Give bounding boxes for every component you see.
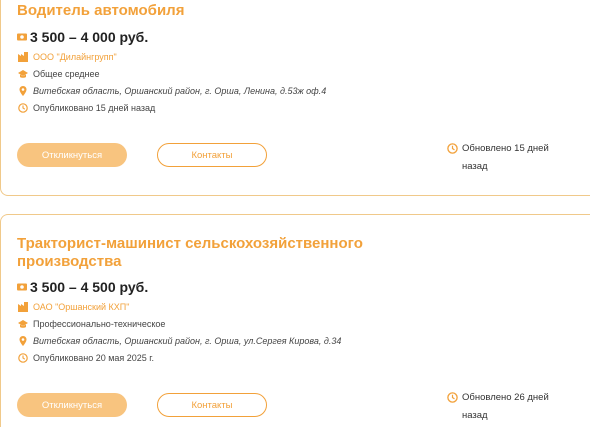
salary-row: 3 500 – 4 000 руб. [17, 29, 148, 45]
published: Опубликовано 15 дней назад [33, 103, 156, 113]
address-row: Витебская область, Оршанский район, г. О… [18, 336, 341, 346]
company-row: ООО "Дилайнгрупп" [18, 52, 117, 62]
apply-button[interactable]: Откликнуться [17, 143, 127, 167]
education-row: Общее среднее [18, 69, 100, 79]
salary: 3 500 – 4 500 руб. [30, 279, 149, 295]
building-icon [18, 52, 28, 62]
education: Профессионально-техническое [33, 319, 166, 329]
education: Общее среднее [33, 69, 100, 79]
clock-icon [447, 392, 458, 403]
salary: 3 500 – 4 000 руб. [30, 29, 149, 45]
apply-button[interactable]: Откликнуться [17, 393, 127, 417]
address: Витебская область, Оршанский район, г. О… [33, 86, 327, 96]
address-row: Витебская область, Оршанский район, г. О… [18, 86, 326, 96]
published-row: Опубликовано 20 мая 2025 г. [18, 353, 154, 363]
contacts-button[interactable]: Контакты [157, 143, 267, 167]
vacancy-card: Водитель автомобиля 3 500 – 4 000 руб. О… [0, 0, 590, 196]
updated-text-cont: назад [462, 161, 488, 172]
location-pin-icon [18, 86, 28, 96]
clock-icon [18, 353, 28, 363]
published: Опубликовано 20 мая 2025 г. [33, 353, 154, 363]
salary-row: 3 500 – 4 500 руб. [17, 279, 148, 295]
location-pin-icon [18, 336, 28, 346]
graduation-cap-icon [18, 69, 28, 79]
updated-text: Обновлено 26 дней [462, 392, 549, 403]
published-row: Опубликовано 15 дней назад [18, 103, 155, 113]
vacancy-title[interactable]: Водитель автомобиля [17, 2, 184, 20]
company-row: ОАО "Оршанский КХП" [18, 302, 129, 312]
money-icon [17, 32, 27, 42]
clock-icon [447, 143, 458, 154]
updated-info: Обновлено 15 дней назад [447, 140, 567, 176]
updated-text: Обновлено 15 дней [462, 143, 549, 154]
company-link[interactable]: ОАО "Оршанский КХП" [33, 302, 129, 312]
graduation-cap-icon [18, 319, 28, 329]
contacts-button[interactable]: Контакты [157, 393, 267, 417]
education-row: Профессионально-техническое [18, 319, 165, 329]
address: Витебская область, Оршанский район, г. О… [33, 336, 342, 346]
vacancy-card: Тракторист-машинист сельскохозяйственног… [0, 214, 590, 427]
updated-text-cont: назад [462, 410, 488, 421]
money-icon [17, 282, 27, 292]
clock-icon [18, 103, 28, 113]
building-icon [18, 302, 28, 312]
company-link[interactable]: ООО "Дилайнгрупп" [33, 52, 117, 62]
updated-info: Обновлено 26 дней назад [447, 389, 567, 425]
vacancy-title[interactable]: Тракторист-машинист сельскохозяйственног… [17, 235, 377, 271]
